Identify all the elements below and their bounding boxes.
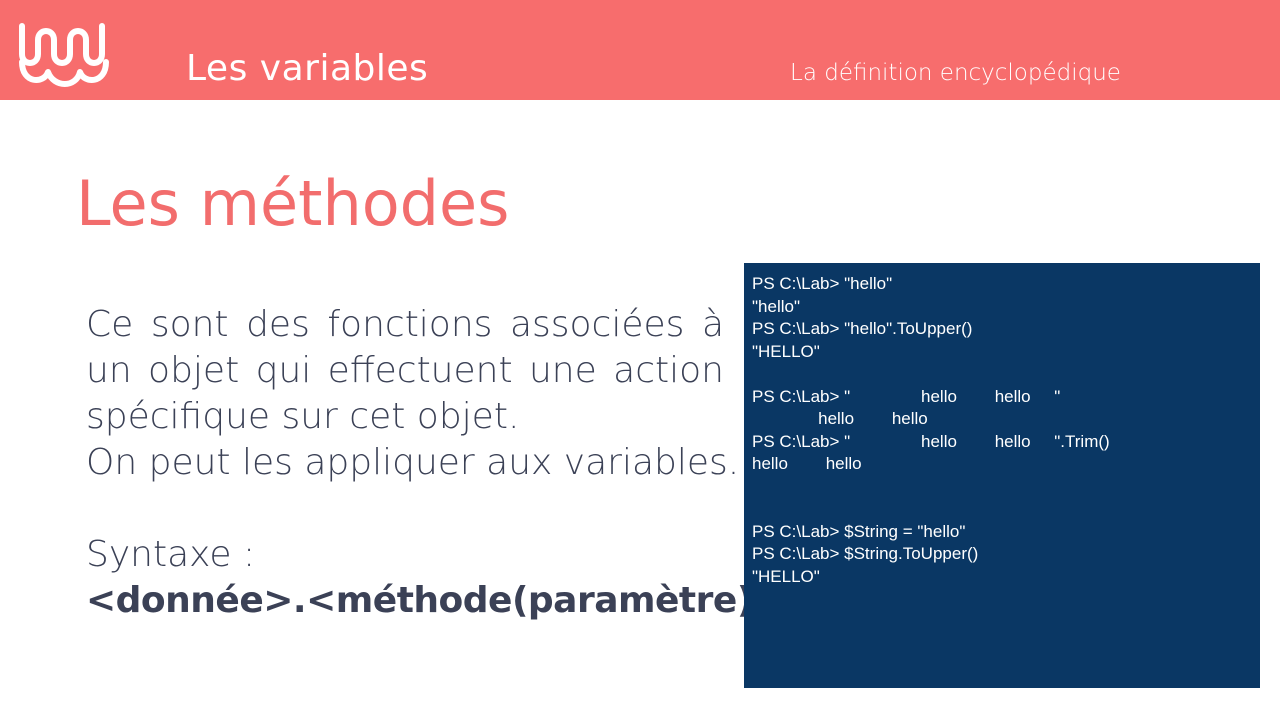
console-line: PS C:\Lab> " hello hello " — [752, 386, 1061, 406]
console-line: PS C:\Lab> " hello hello ".Trim() — [752, 431, 1110, 451]
slide: Les variables La définition encyclopédiq… — [0, 0, 1280, 720]
console-line: hello hello — [752, 409, 928, 428]
body-text: Ce sont des fonctions associées à un obj… — [86, 302, 783, 624]
description-paragraph-2: On peut les appliquer aux variables. — [86, 442, 740, 483]
console-line: PS C:\Lab> "hello".ToUpper() — [752, 319, 973, 338]
console-line: "HELLO" — [752, 341, 820, 361]
syntax-value: <donnée>.<méthode(paramètre)> — [86, 580, 783, 621]
page-title: Les méthodes — [76, 167, 510, 240]
header-title: Les variables — [186, 48, 429, 89]
description-paragraph: Ce sont des fonctions associées à un obj… — [86, 304, 724, 437]
console-line: "hello" — [752, 296, 800, 316]
console-line: hello hello — [752, 454, 862, 473]
console-panel: PS C:\Lab> "hello" "hello" PS C:\Lab> "h… — [744, 263, 1260, 688]
header-subtitle: La définition encyclopédique — [790, 60, 1121, 86]
console-line: "HELLO" — [752, 566, 820, 586]
console-line: PS C:\Lab> $String.ToUpper() — [752, 544, 979, 563]
wave-logo-icon — [19, 23, 109, 87]
syntax-label: Syntaxe : — [86, 534, 256, 575]
console-line: PS C:\Lab> "hello" — [752, 274, 893, 293]
console-line: PS C:\Lab> $String = "hello" — [752, 521, 966, 541]
header-bar: Les variables La définition encyclopédiq… — [0, 0, 1280, 100]
